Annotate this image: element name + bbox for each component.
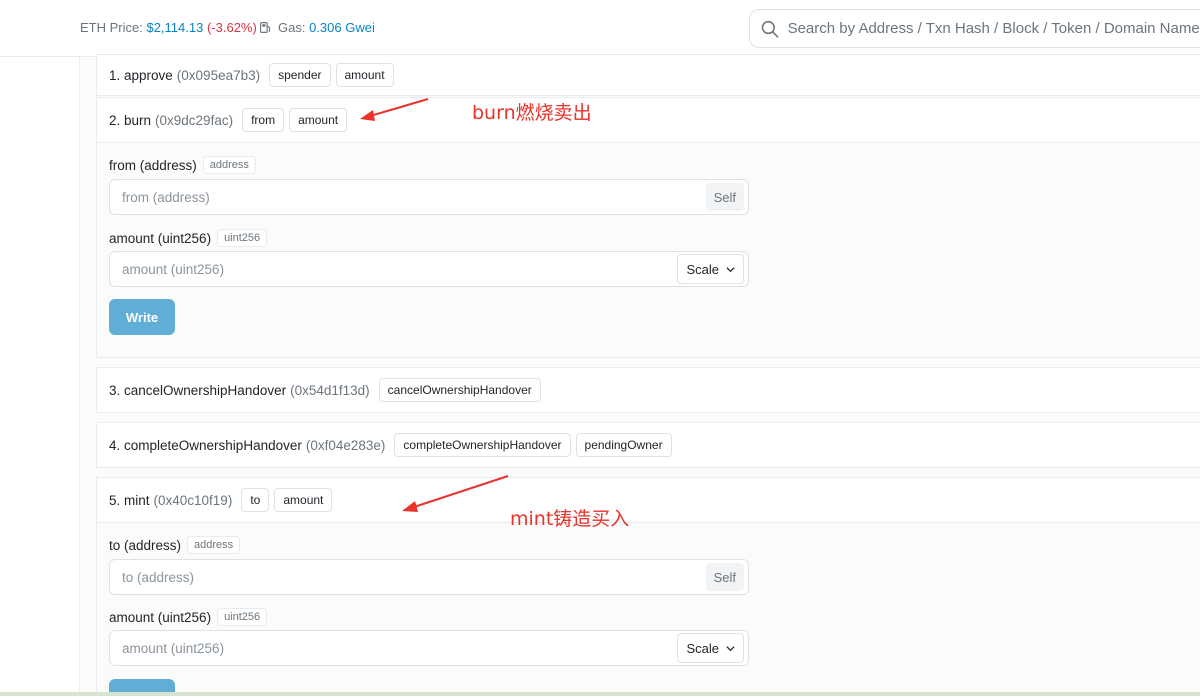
search-input[interactable] — [787, 20, 1200, 37]
burn-form: from (address) address Self amount (uint… — [96, 143, 1200, 358]
left-rail — [0, 57, 80, 696]
param-tag: pendingOwner — [575, 433, 672, 457]
param-tag: completeOwnershipHandover — [394, 433, 571, 457]
from-field: Self — [109, 179, 749, 215]
function-title: 2. burn — [109, 112, 152, 128]
amount-input[interactable] — [110, 640, 678, 656]
gas-label: Gas: — [278, 20, 306, 35]
amount-input[interactable] — [110, 261, 678, 277]
write-contract-panel: 1. approve (0x095ea7b3) spender amount 2… — [80, 54, 1200, 696]
to-field: Self — [109, 559, 749, 595]
to-input[interactable] — [110, 569, 706, 585]
param-type-badge: uint256 — [217, 608, 268, 626]
mint-form: to (address) address Self amount (uint25… — [96, 523, 1200, 696]
param-type-badge: uint256 — [217, 229, 268, 247]
write-button[interactable]: Write — [109, 299, 175, 335]
param-name: from (address) — [109, 157, 197, 173]
function-signature: (0xf04e283e) — [305, 437, 386, 453]
param-name: amount (uint256) — [109, 609, 212, 625]
scale-dropdown[interactable]: Scale — [677, 633, 744, 663]
amount-field: Scale — [109, 251, 749, 287]
scale-label: Scale — [686, 261, 719, 277]
function-approve[interactable]: 1. approve (0x095ea7b3) spender amount — [96, 54, 1200, 96]
function-mint[interactable]: 5. mint (0x40c10f19) to amount — [96, 477, 1200, 523]
bottom-edge — [0, 692, 1200, 696]
scale-dropdown[interactable]: Scale — [677, 254, 744, 284]
self-button[interactable]: Self — [705, 183, 744, 211]
scale-label: Scale — [686, 640, 719, 656]
param-name: amount (uint256) — [109, 230, 212, 246]
function-title: 5. mint — [109, 492, 150, 508]
mint-annotation: mint铸造买入 — [510, 508, 630, 530]
param-tag: to — [241, 488, 270, 512]
amount-field: Scale — [109, 630, 749, 666]
param-tag: from — [242, 108, 285, 132]
param-type-badge: address — [187, 536, 241, 554]
function-signature: (0x54d1f13d) — [290, 382, 370, 398]
function-burn[interactable]: 2. burn (0x9dc29fac) from amount — [96, 97, 1200, 143]
eth-price-change: (-3.62%) — [206, 20, 257, 35]
to-param-label: to (address) address — [109, 536, 241, 554]
from-param-label: from (address) address — [109, 156, 256, 174]
self-button[interactable]: Self — [705, 563, 744, 591]
param-type-badge: address — [202, 156, 256, 174]
top-bar: ETH Price: $2,114.13 (-3.62%) Gas: 0.306… — [0, 0, 1200, 57]
from-input[interactable] — [110, 189, 706, 205]
gas-value[interactable]: 0.306 Gwei — [309, 20, 375, 35]
param-tag: amount — [335, 63, 394, 87]
function-signature: (0x9dc29fac) — [155, 112, 234, 128]
amount-param-label: amount (uint256) uint256 — [109, 229, 268, 247]
eth-price: ETH Price: $2,114.13 (-3.62%) — [80, 20, 257, 35]
function-title: 1. approve — [109, 67, 173, 83]
function-signature: (0x40c10f19) — [153, 492, 233, 508]
param-tag: spender — [269, 63, 331, 87]
chevron-down-icon — [726, 645, 735, 651]
gas-pump-icon — [260, 22, 271, 33]
param-name: to (address) — [109, 537, 182, 553]
function-cancel-ownership-handover[interactable]: 3. cancelOwnershipHandover (0x54d1f13d) … — [96, 367, 1200, 413]
eth-price-label: ETH Price: — [80, 20, 143, 35]
search-box[interactable] — [749, 9, 1200, 48]
burn-annotation: burn燃烧卖出 — [472, 102, 592, 124]
function-complete-ownership-handover[interactable]: 4. completeOwnershipHandover (0xf04e283e… — [96, 422, 1200, 468]
gas-price: Gas: 0.306 Gwei — [259, 20, 375, 35]
eth-price-value[interactable]: $2,114.13 — [146, 20, 203, 35]
function-title: 4. completeOwnershipHandover — [109, 437, 302, 453]
param-tag: amount — [289, 108, 348, 132]
function-signature: (0x095ea7b3) — [176, 67, 261, 83]
function-title: 3. cancelOwnershipHandover — [109, 382, 287, 398]
search-icon — [761, 20, 779, 38]
amount-param-label: amount (uint256) uint256 — [109, 608, 268, 626]
chevron-down-icon — [726, 266, 735, 272]
param-tag: amount — [274, 488, 333, 512]
param-tag: cancelOwnershipHandover — [378, 378, 541, 402]
